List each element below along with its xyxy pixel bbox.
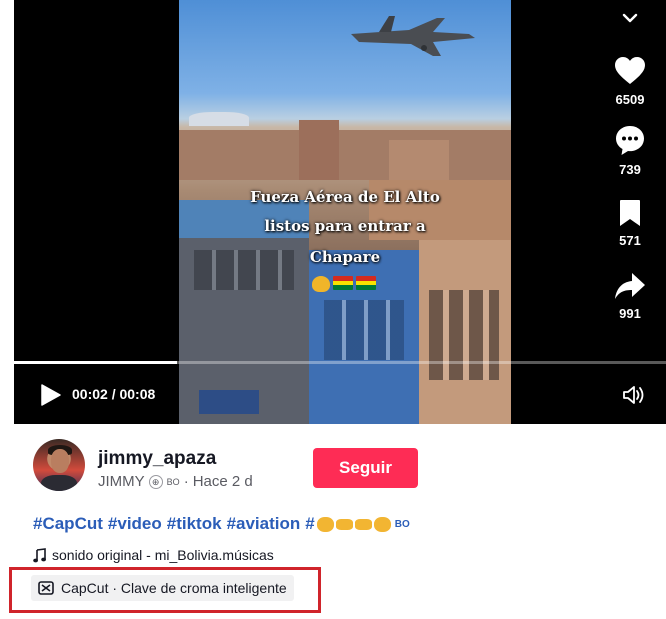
save-button[interactable]: 571 — [608, 199, 652, 248]
hashtag-link[interactable]: #aviation — [227, 514, 301, 534]
time-display: 00:02 / 00:08 — [72, 386, 156, 402]
post-date: Hace 2 d — [192, 473, 253, 490]
fist-emoji — [335, 518, 353, 530]
author-display-name: JIMMY — [98, 473, 145, 490]
fist-emoji — [354, 518, 372, 530]
jet-image — [351, 16, 475, 56]
play-icon[interactable] — [38, 383, 62, 407]
meta-separator: · — [183, 473, 189, 490]
heart-icon — [615, 57, 645, 84]
muscle-emoji — [312, 276, 330, 292]
caption-line-3: Chapare — [309, 248, 381, 266]
progress-fill — [14, 361, 177, 364]
description-region: BO — [394, 518, 410, 530]
hashtag-link[interactable]: #video — [108, 514, 162, 534]
music-note-icon — [33, 547, 46, 562]
muscle-emoji — [316, 516, 334, 532]
author-region: BO — [166, 476, 180, 487]
comment-button[interactable]: 739 — [608, 124, 652, 177]
author-username[interactable]: jimmy_apaza — [98, 448, 216, 470]
author-avatar[interactable] — [33, 439, 85, 491]
comment-icon — [616, 126, 644, 155]
save-count: 571 — [619, 233, 641, 248]
caption-emoji-row — [312, 276, 376, 292]
muscle-emoji — [373, 516, 391, 532]
comment-count: 739 — [619, 162, 641, 177]
video-player[interactable]: Fueza Aérea de El Alto listos para entra… — [14, 0, 666, 424]
capcut-effect-tag[interactable]: CapCut · Clave de croma inteligente — [31, 575, 294, 601]
description-hashtags: #CapCut #video #tiktok #aviation # BO — [33, 514, 410, 534]
like-button[interactable]: 6509 — [608, 56, 652, 107]
author-subline: JIMMY ⊕ BO · Hace 2 d — [98, 473, 253, 490]
caption-line-1: Fueza Aérea de El Alto — [250, 188, 440, 206]
share-icon — [615, 273, 645, 299]
flag-pin-icon: ⊕ — [148, 474, 163, 489]
like-count: 6509 — [615, 92, 645, 107]
chevron-down-icon[interactable] — [620, 8, 640, 28]
hashtag-link[interactable]: #CapCut — [33, 514, 103, 534]
bookmark-icon — [620, 200, 640, 226]
follow-button[interactable]: Seguir — [313, 448, 418, 488]
bolivia-flag-emoji — [356, 276, 376, 290]
share-button[interactable]: 991 — [608, 272, 652, 321]
description-emoji-strip: BO — [316, 516, 410, 532]
hashtag-link[interactable]: # — [305, 514, 314, 534]
music-label: sonido original - mi_Bolivia.músicas — [52, 547, 274, 563]
share-count: 991 — [619, 306, 641, 321]
progress-bar[interactable] — [14, 361, 666, 364]
bolivia-flag-emoji — [333, 276, 353, 290]
music-link[interactable]: sonido original - mi_Bolivia.músicas — [33, 547, 274, 563]
hashtag-link[interactable]: #tiktok — [167, 514, 222, 534]
capcut-label: CapCut · Clave de croma inteligente — [61, 580, 287, 596]
caption-line-2: listos para entrar a — [264, 217, 426, 235]
volume-icon[interactable] — [622, 384, 646, 406]
capcut-icon — [38, 581, 54, 595]
